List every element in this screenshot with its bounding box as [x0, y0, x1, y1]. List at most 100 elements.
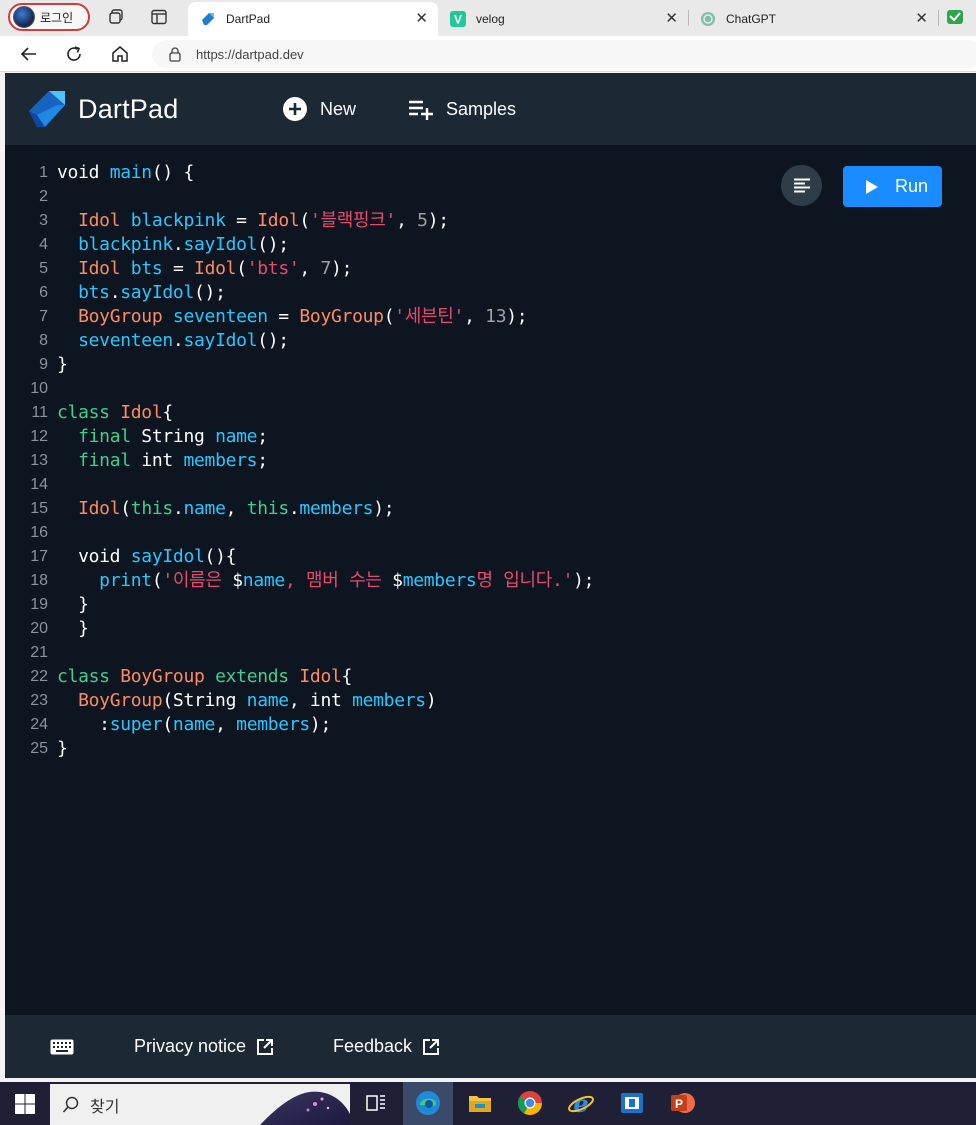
line-number: 24 — [30, 716, 48, 733]
line-number: 23 — [30, 692, 48, 709]
code-token: . — [109, 282, 121, 303]
code-text: } — [57, 353, 68, 377]
code-line[interactable]: 18 print('이름은 $name, 맴버 수는 $members명 입니다… — [5, 569, 705, 593]
code-line[interactable]: 5 Idol bts = Idol('bts', 7); — [5, 257, 705, 281]
new-button[interactable]: New — [282, 95, 356, 123]
task-view-icon[interactable] — [362, 1089, 390, 1117]
code-line[interactable]: 11 class Idol{ — [5, 401, 705, 425]
code-line[interactable]: 10 — [5, 377, 705, 401]
line-number: 12 — [30, 428, 48, 445]
code-token: members — [236, 714, 310, 735]
line-number: 17 — [30, 548, 48, 565]
privacy-notice-link[interactable]: Privacy notice — [134, 1036, 274, 1057]
code-token: final — [78, 450, 131, 471]
code-editor[interactable]: Run 1 void main() {2 3 Idol blackpink = Id… — [5, 145, 976, 1015]
code-token: this — [246, 498, 289, 519]
samples-button[interactable]: Samples — [408, 95, 516, 123]
dartpad-app: DartPad New Samples Run 1 void main() {… — [5, 73, 976, 1078]
code-line[interactable]: 1 void main() { — [5, 161, 705, 185]
code-line[interactable]: 19 } — [5, 593, 705, 617]
feedback-link[interactable]: Feedback — [333, 1036, 440, 1057]
code-token: final — [78, 426, 131, 447]
code-line[interactable]: 17 void sayIdol(){ — [5, 545, 705, 569]
code-line[interactable]: 13 final int members; — [5, 449, 705, 473]
workspaces-icon[interactable] — [108, 8, 126, 26]
keyboard-icon[interactable] — [50, 1039, 74, 1055]
code-line[interactable]: 15 Idol(this.name, this.members); — [5, 497, 705, 521]
code-line[interactable]: 25} — [5, 737, 705, 761]
tab-dartpad[interactable]: DartPad ✕ — [188, 2, 438, 36]
partial-tab-favicon-icon[interactable] — [946, 8, 964, 26]
code-line[interactable]: 23 BoyGroup(String name, int members) — [5, 689, 705, 713]
close-tab-icon[interactable]: ✕ — [665, 11, 678, 27]
line-number: 22 — [30, 668, 48, 685]
code-line[interactable]: 24 :super(name, members); — [5, 713, 705, 737]
tab-chatgpt[interactable]: ChatGPT ✕ — [688, 2, 938, 36]
vertical-tabs-icon[interactable] — [150, 8, 168, 26]
format-align-icon — [793, 178, 810, 192]
code-token: ( — [120, 498, 131, 519]
feedback-label: Feedback — [333, 1036, 413, 1056]
code-token: . — [172, 498, 184, 519]
code-line[interactable]: 8 seventeen.sayIdol(); — [5, 329, 705, 353]
edge-browser-icon[interactable] — [414, 1089, 442, 1117]
internet-explorer-icon[interactable]: e — [567, 1089, 595, 1117]
code-token: : — [57, 714, 110, 735]
code-line[interactable]: 12 final String name; — [5, 425, 705, 449]
line-number: 11 — [31, 404, 48, 421]
dart-logo-icon[interactable] — [27, 87, 69, 131]
code-token: Idol — [78, 498, 121, 519]
code-line[interactable]: 20 } — [5, 617, 705, 641]
run-button[interactable]: Run — [843, 166, 942, 207]
lock-icon[interactable] — [168, 46, 182, 62]
url-field[interactable]: https://dartpad.dev — [152, 40, 976, 68]
code-token: members — [183, 450, 258, 471]
refresh-icon[interactable] — [64, 44, 84, 64]
code-token: . — [172, 234, 184, 255]
code-token: String — [130, 426, 216, 447]
code-token: bts — [130, 258, 163, 279]
tab-title: DartPad — [226, 12, 271, 26]
code-text: seventeen.sayIdol(); — [57, 329, 289, 353]
new-button-label: New — [320, 98, 357, 119]
back-arrow-icon[interactable] — [19, 44, 39, 64]
store-app-icon[interactable] — [618, 1089, 646, 1117]
code-line[interactable]: 7 BoyGroup seventeen = BoyGroup('세븐틴', 1… — [5, 305, 705, 329]
tab-title: velog — [476, 12, 505, 26]
search-placeholder: 찾기 — [90, 1096, 120, 1116]
code-line[interactable]: 22 class BoyGroup extends Idol{ — [5, 665, 705, 689]
file-explorer-icon[interactable] — [466, 1089, 494, 1117]
code-line[interactable]: 3 Idol blackpink = Idol('블랙핑크', 5); — [5, 209, 705, 233]
taskbar-search[interactable]: 찾기 — [50, 1084, 350, 1125]
tab-velog[interactable]: V velog ✕ — [438, 2, 688, 36]
home-icon[interactable] — [110, 44, 130, 64]
code-token: '세븐틴' — [394, 306, 465, 327]
code-token: , — [225, 498, 247, 519]
code-line[interactable]: 2 — [5, 185, 705, 209]
close-tab-icon[interactable]: ✕ — [415, 11, 428, 27]
code-line[interactable]: 21 — [5, 641, 705, 665]
code-token: ); — [427, 210, 449, 231]
chrome-browser-icon[interactable] — [516, 1089, 544, 1117]
close-tab-icon[interactable]: ✕ — [915, 11, 928, 27]
code-line[interactable]: 14 — [5, 473, 705, 497]
windows-start-icon[interactable] — [14, 1093, 36, 1115]
format-button[interactable] — [781, 165, 822, 206]
line-number: 9 — [39, 356, 48, 373]
code-line[interactable]: 6 bts.sayIdol(); — [5, 281, 705, 305]
line-number: 8 — [39, 332, 48, 349]
code-line[interactable]: 4 blackpink.sayIdol(); — [5, 233, 705, 257]
code-line[interactable]: 16 — [5, 521, 705, 545]
code-line[interactable]: 9} — [5, 353, 705, 377]
code-text: BoyGroup(String name, int members) — [57, 689, 437, 713]
profile-button[interactable]: 로그인 — [8, 3, 90, 31]
velog-logo-icon: V — [450, 11, 466, 27]
profile-label: 로그인 — [40, 10, 74, 25]
powerpoint-icon[interactable]: P — [669, 1089, 697, 1117]
code-token: int — [130, 450, 184, 471]
